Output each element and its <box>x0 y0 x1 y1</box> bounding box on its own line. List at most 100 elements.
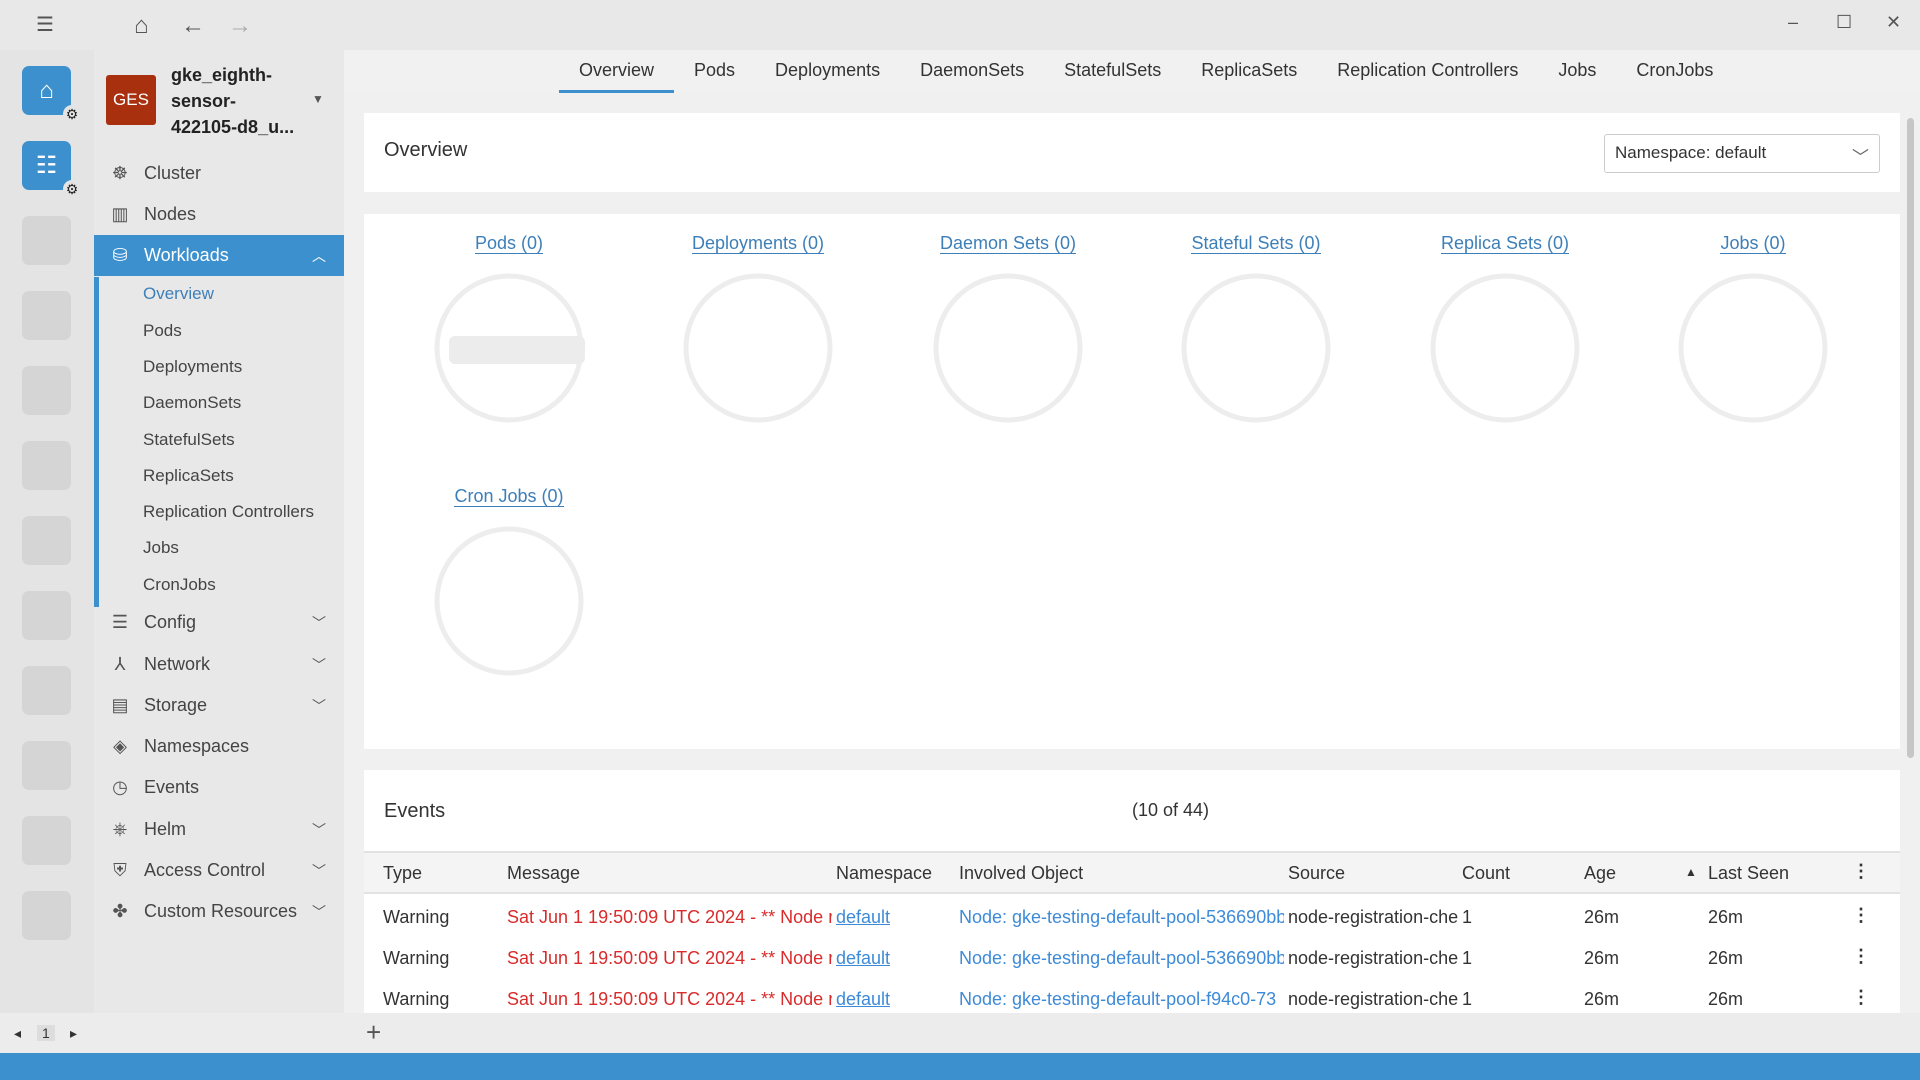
chart-link[interactable]: Pods (0) <box>474 233 544 254</box>
sidebar-item-events[interactable]: ◷ Events <box>94 767 344 808</box>
gear-icon: ⚙ <box>63 180 81 198</box>
sort-asc-icon[interactable]: ▲ <box>1685 865 1697 879</box>
event-namespace-link[interactable]: default <box>836 907 890 928</box>
chart-link[interactable]: Deployments (0) <box>691 233 825 254</box>
row-menu-icon[interactable]: ⋮ <box>1852 946 1870 967</box>
layers-icon: ◈ <box>113 736 127 756</box>
nodes-icon: ▥ <box>111 204 129 224</box>
chart-link[interactable]: Cron Jobs (0) <box>454 486 564 507</box>
sidebar-sub-pods[interactable]: Pods <box>94 315 344 347</box>
dropdown-icon[interactable]: ▼ <box>312 92 324 106</box>
event-namespace-link[interactable]: default <box>836 948 890 969</box>
column-header[interactable]: Namespace <box>836 863 932 884</box>
sidebar-sub-overview[interactable]: Overview <box>94 278 344 310</box>
sidebar-item-nodes[interactable]: ▥ Nodes <box>94 194 344 235</box>
tab-deployments[interactable]: Deployments <box>755 50 900 93</box>
column-header[interactable]: Type <box>383 863 422 884</box>
workload-chart: Pods (0) <box>409 233 609 424</box>
tab-statefulsets[interactable]: StatefulSets <box>1044 50 1181 93</box>
tab-pods[interactable]: Pods <box>674 50 755 93</box>
column-header[interactable]: Message <box>507 863 580 884</box>
event-object-link[interactable]: Node: gke-testing-default-pool-f94c0-73 <box>959 989 1276 1010</box>
tab-replication-controllers[interactable]: Replication Controllers <box>1317 50 1538 93</box>
row-menu-icon[interactable]: ⋮ <box>1852 987 1870 1008</box>
add-tab-icon[interactable]: + <box>366 1017 381 1048</box>
sidebar-item-access-control[interactable]: ⛨ Access Control ﹀ <box>94 850 344 891</box>
events-count: (10 of 44) <box>1132 800 1210 820</box>
column-menu-icon[interactable]: ⋮ <box>1852 861 1870 882</box>
sidebar-item-network[interactable]: ⅄ Network ﹀ <box>94 644 344 685</box>
namespace-select[interactable]: Namespace: default ﹀ <box>1604 134 1880 173</box>
cluster-badge[interactable]: GES <box>106 75 156 125</box>
sidebar-sub-daemonsets[interactable]: DaemonSets <box>94 387 344 419</box>
rail-cluster-button[interactable]: ☷ ⚙ <box>22 141 81 198</box>
column-header[interactable]: Count <box>1462 863 1510 884</box>
rail-slot[interactable] <box>22 291 71 340</box>
shield-icon: ⛨ <box>113 860 127 880</box>
rail-slot[interactable] <box>22 516 71 565</box>
chart-link[interactable]: Daemon Sets (0) <box>939 233 1077 254</box>
donut-chart <box>1430 273 1580 423</box>
rail-slot[interactable] <box>22 891 71 940</box>
table-icon: ☷ <box>35 152 58 179</box>
sidebar-item-namespaces[interactable]: ◈ Namespaces <box>94 726 344 767</box>
scrollbar[interactable] <box>1907 118 1914 758</box>
tab-jobs[interactable]: Jobs <box>1538 50 1616 93</box>
sidebar-item-config[interactable]: ☰ Config ﹀ <box>94 602 344 643</box>
sidebar-sub-jobs[interactable]: Jobs <box>94 532 344 564</box>
rail-home-button[interactable]: ⌂ ⚙ <box>22 66 81 123</box>
event-object-link[interactable]: Node: gke-testing-default-pool-536690bb <box>959 948 1284 969</box>
sidebar-sub-deployments[interactable]: Deployments <box>94 351 344 383</box>
next-page-icon[interactable]: ▸ <box>70 1025 77 1042</box>
chart-link[interactable]: Stateful Sets (0) <box>1191 233 1321 254</box>
rail-slot[interactable] <box>22 666 71 715</box>
rail-slot[interactable] <box>22 591 71 640</box>
arrow-right-icon[interactable]: → <box>228 12 252 40</box>
event-source: node-registration-che <box>1288 948 1458 968</box>
sidebar: GES gke_eighth-sensor-422105-d8_u... ▼ ☸… <box>94 50 344 1013</box>
chart-link[interactable]: Jobs (0) <box>1720 233 1786 254</box>
sidebar-item-workloads[interactable]: ⛁ Workloads ︿ <box>94 235 344 276</box>
home-icon: ⌂ <box>39 76 54 104</box>
rail-slot[interactable] <box>22 816 71 865</box>
tab-cronjobs[interactable]: CronJobs <box>1616 50 1733 93</box>
table-row[interactable]: Warning Sat Jun 1 19:50:09 UTC 2024 - ** … <box>364 979 1900 1013</box>
table-row[interactable]: Warning Sat Jun 1 19:50:09 UTC 2024 - ** … <box>364 897 1900 938</box>
home-icon[interactable]: ⌂ <box>134 12 149 40</box>
label: Access Control <box>144 860 266 880</box>
rail-slot[interactable] <box>22 366 71 415</box>
event-namespace-link[interactable]: default <box>836 989 890 1010</box>
hamburger-icon[interactable]: ☰ <box>36 12 54 37</box>
row-menu-icon[interactable]: ⋮ <box>1852 905 1870 926</box>
arrow-left-icon[interactable]: ← <box>181 12 205 40</box>
minimize-button[interactable]: – <box>1788 12 1798 33</box>
column-header[interactable]: Source <box>1288 863 1345 884</box>
sidebar-sub-replicasets[interactable]: ReplicaSets <box>94 460 344 492</box>
workload-chart: Cron Jobs (0) <box>409 486 609 677</box>
helm-wheel-icon: ☸ <box>111 163 129 183</box>
column-header[interactable]: Involved Object <box>959 863 1083 884</box>
column-header[interactable]: Age <box>1584 863 1616 884</box>
maximize-button[interactable]: ☐ <box>1836 12 1852 33</box>
sidebar-sub-replication-controllers[interactable]: Replication Controllers <box>94 496 344 528</box>
sidebar-item-helm[interactable]: ⎈ Helm ﹀ <box>94 809 344 850</box>
chart-link[interactable]: Replica Sets (0) <box>1440 233 1570 254</box>
rail-slot[interactable] <box>22 216 71 265</box>
event-object-link[interactable]: Node: gke-testing-default-pool-536690bb <box>959 907 1284 928</box>
close-button[interactable]: ✕ <box>1886 12 1901 33</box>
rail-slot[interactable] <box>22 741 71 790</box>
rail-slot[interactable] <box>22 441 71 490</box>
tab-replicasets[interactable]: ReplicaSets <box>1181 50 1317 93</box>
tab-daemonsets[interactable]: DaemonSets <box>900 50 1044 93</box>
sidebar-sub-cronjobs[interactable]: CronJobs <box>94 569 344 601</box>
events-title: Events <box>384 800 446 822</box>
sidebar-item-cluster[interactable]: ☸ Cluster <box>94 153 344 194</box>
prev-page-icon[interactable]: ◂ <box>14 1025 21 1042</box>
tab-overview[interactable]: Overview <box>559 50 675 93</box>
table-row[interactable]: Warning Sat Jun 1 19:50:09 UTC 2024 - ** … <box>364 938 1900 979</box>
cluster-name[interactable]: gke_eighth-sensor-422105-d8_u... <box>171 62 301 140</box>
column-header[interactable]: Last Seen <box>1708 863 1789 884</box>
sidebar-item-storage[interactable]: ▤ Storage ﹀ <box>94 685 344 726</box>
sidebar-sub-statefulsets[interactable]: StatefulSets <box>94 424 344 456</box>
sidebar-item-custom-resources[interactable]: ✤ Custom Resources ﹀ <box>94 891 344 932</box>
